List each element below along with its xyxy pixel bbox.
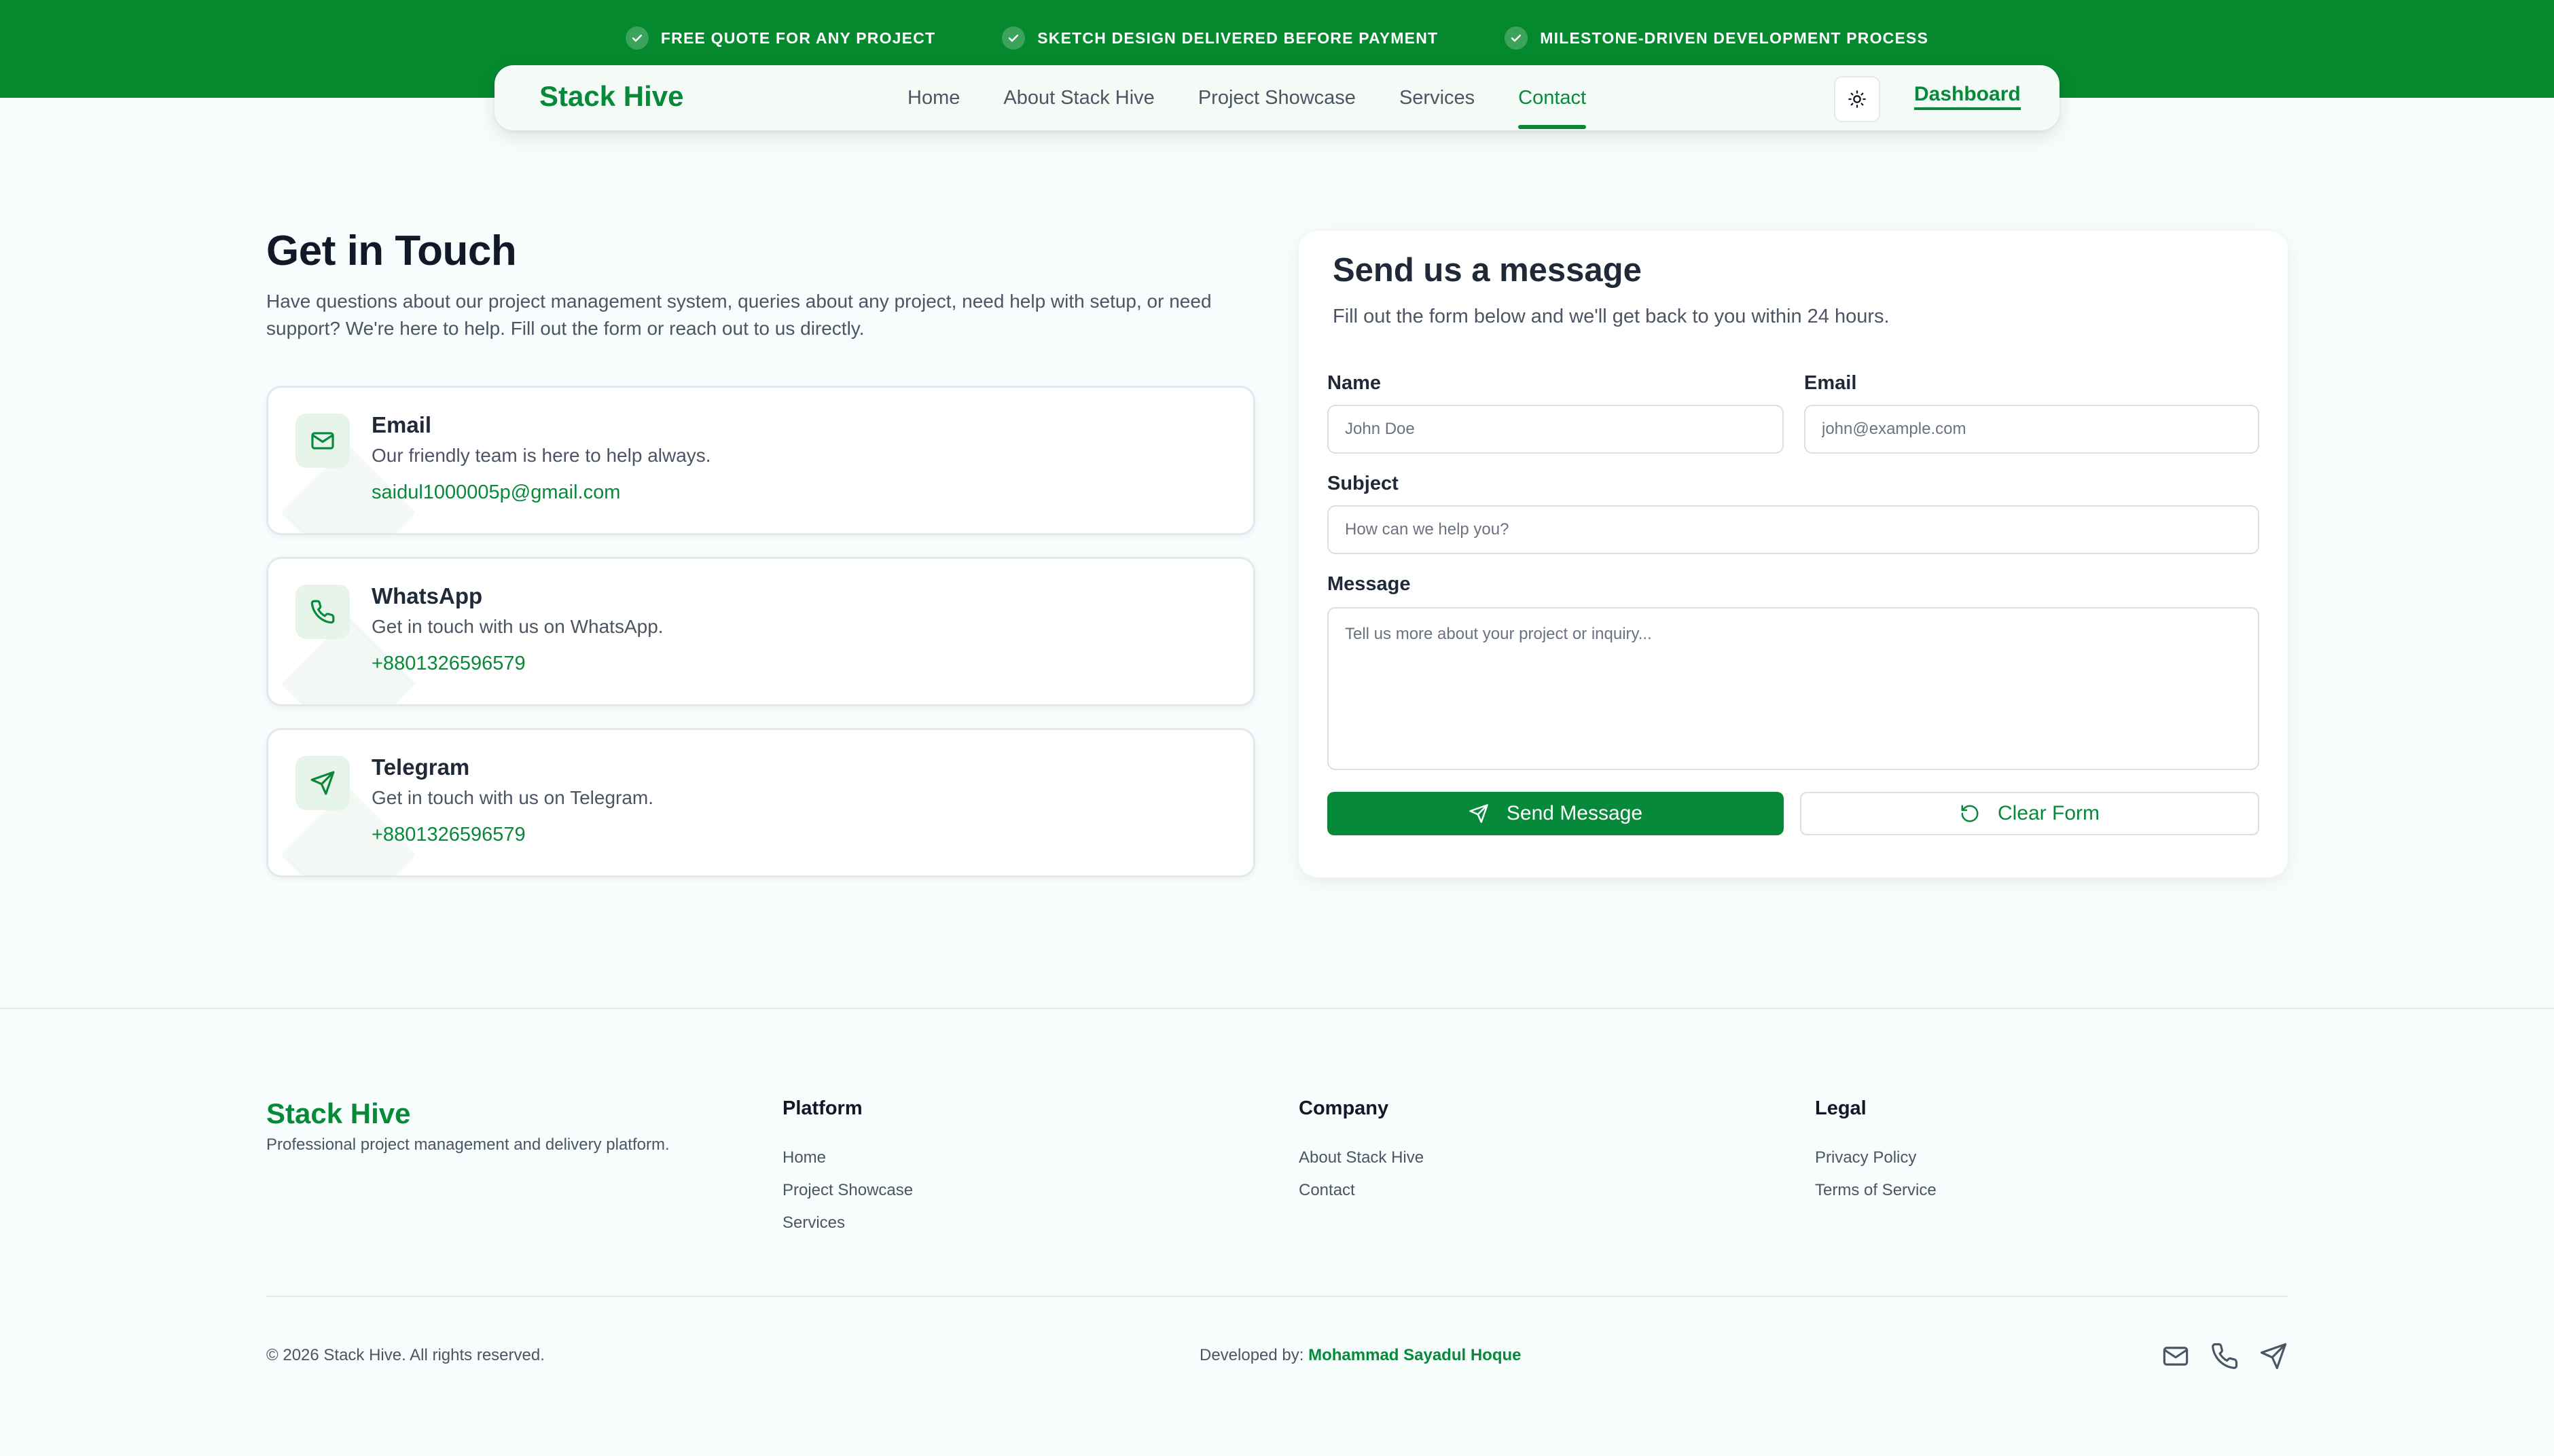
developer-link[interactable]: Mohammad Sayadul Hoque bbox=[1308, 1346, 1521, 1364]
copyright-text: © 2026 Stack Hive. All rights reserved. bbox=[266, 1346, 545, 1364]
nav-link-home[interactable]: Home bbox=[907, 65, 960, 130]
email-input[interactable] bbox=[1804, 405, 2259, 454]
footer-column-legal: Legal Privacy Policy Terms of Service bbox=[1815, 1097, 1937, 1207]
subject-label: Subject bbox=[1327, 473, 1399, 494]
developer-label: Developed by: bbox=[1200, 1346, 1309, 1364]
send-message-button[interactable]: Send Message bbox=[1327, 792, 1784, 835]
banner-item: MILESTONE-DRIVEN DEVELOPMENT PROCESS bbox=[1505, 26, 1928, 50]
mail-icon bbox=[295, 414, 350, 468]
footer-column-title: Legal bbox=[1815, 1097, 1867, 1119]
footer-mail-icon[interactable] bbox=[2161, 1342, 2190, 1370]
send-icon bbox=[1469, 803, 1489, 824]
footer-column-title: Platform bbox=[783, 1097, 863, 1119]
footer-link-home[interactable]: Home bbox=[783, 1142, 913, 1174]
contact-card-whatsapp: WhatsApp Get in touch with us on WhatsAp… bbox=[266, 557, 1255, 706]
footer-link-services[interactable]: Services bbox=[783, 1207, 913, 1239]
footer-brand[interactable]: Stack Hive bbox=[266, 1097, 410, 1130]
name-input[interactable] bbox=[1327, 405, 1784, 454]
footer-link-contact[interactable]: Contact bbox=[1299, 1174, 1424, 1207]
card-description: Our friendly team is here to help always… bbox=[372, 445, 711, 466]
footer-top-divider bbox=[0, 1008, 2554, 1009]
card-title: Email bbox=[372, 412, 432, 437]
refresh-icon bbox=[1960, 803, 1980, 824]
clear-form-label: Clear Form bbox=[1997, 802, 2100, 824]
whatsapp-link[interactable]: +8801326596579 bbox=[372, 653, 526, 675]
card-description: Get in touch with us on WhatsApp. bbox=[372, 616, 664, 637]
nav-link-project-showcase[interactable]: Project Showcase bbox=[1198, 65, 1356, 130]
send-icon bbox=[295, 756, 350, 810]
nav-link-services[interactable]: Services bbox=[1399, 65, 1475, 130]
footer-column-title: Company bbox=[1299, 1097, 1389, 1119]
footer-link-terms[interactable]: Terms of Service bbox=[1815, 1174, 1937, 1207]
nav-link-contact[interactable]: Contact bbox=[1518, 65, 1586, 130]
footer-column-company: Company About Stack Hive Contact bbox=[1299, 1097, 1424, 1207]
banner-item: SKETCH DESIGN DELIVERED BEFORE PAYMENT bbox=[1002, 26, 1438, 50]
banner-items: FREE QUOTE FOR ANY PROJECT SKETCH DESIGN… bbox=[0, 26, 2554, 50]
contact-card-telegram: Telegram Get in touch with us on Telegra… bbox=[266, 728, 1255, 877]
form-title: Send us a message bbox=[1333, 252, 1642, 289]
check-icon bbox=[625, 26, 649, 50]
telegram-link[interactable]: +8801326596579 bbox=[372, 824, 526, 846]
footer-phone-icon[interactable] bbox=[2210, 1342, 2239, 1370]
developer-credit: Developed by: Mohammad Sayadul Hoque bbox=[1200, 1346, 1522, 1365]
email-label: Email bbox=[1804, 372, 1857, 394]
main-nav: Stack Hive Home About Stack Hive Project… bbox=[494, 65, 2060, 130]
clear-form-button[interactable]: Clear Form bbox=[1800, 792, 2259, 835]
footer-link-privacy[interactable]: Privacy Policy bbox=[1815, 1142, 1937, 1174]
name-label: Name bbox=[1327, 372, 1381, 394]
send-message-label: Send Message bbox=[1506, 802, 1643, 824]
phone-icon bbox=[295, 585, 350, 639]
check-icon bbox=[1002, 26, 1026, 50]
page-title: Get in Touch bbox=[266, 228, 517, 274]
footer-tagline: Professional project management and deli… bbox=[266, 1135, 670, 1154]
card-title: WhatsApp bbox=[372, 583, 483, 608]
nav-link-about[interactable]: About Stack Hive bbox=[1003, 65, 1154, 130]
message-label: Message bbox=[1327, 573, 1411, 595]
footer-link-about[interactable]: About Stack Hive bbox=[1299, 1142, 1424, 1174]
card-title: Telegram bbox=[372, 754, 470, 780]
sun-icon bbox=[1848, 90, 1867, 109]
contact-intro: Have questions about our project managem… bbox=[266, 291, 1212, 339]
email-link[interactable]: saidul1000005p@gmail.com bbox=[372, 481, 620, 504]
brand-logo[interactable]: Stack Hive bbox=[539, 80, 683, 113]
subject-input[interactable] bbox=[1327, 505, 2259, 554]
check-icon bbox=[1505, 26, 1528, 50]
contact-card-email: Email Our friendly team is here to help … bbox=[266, 386, 1255, 535]
theme-toggle-button[interactable] bbox=[1834, 76, 1880, 122]
message-textarea[interactable] bbox=[1327, 607, 2259, 770]
banner-item: FREE QUOTE FOR ANY PROJECT bbox=[625, 26, 936, 50]
banner-item-label: FREE QUOTE FOR ANY PROJECT bbox=[660, 29, 936, 47]
footer-column-platform: Platform Home Project Showcase Services bbox=[783, 1097, 913, 1239]
contact-form: Send us a message Fill out the form belo… bbox=[1299, 231, 2288, 877]
nav-links: Home About Stack Hive Project Showcase S… bbox=[907, 65, 1630, 130]
banner-item-label: MILESTONE-DRIVEN DEVELOPMENT PROCESS bbox=[1540, 29, 1929, 47]
banner-item-label: SKETCH DESIGN DELIVERED BEFORE PAYMENT bbox=[1037, 29, 1439, 47]
footer-link-project-showcase[interactable]: Project Showcase bbox=[783, 1174, 913, 1207]
dashboard-link[interactable]: Dashboard bbox=[1914, 83, 2021, 110]
footer-send-icon[interactable] bbox=[2259, 1342, 2288, 1370]
form-subtitle: Fill out the form below and we'll get ba… bbox=[1333, 306, 1890, 327]
card-description: Get in touch with us on Telegram. bbox=[372, 787, 654, 808]
footer-divider bbox=[266, 1296, 2288, 1297]
